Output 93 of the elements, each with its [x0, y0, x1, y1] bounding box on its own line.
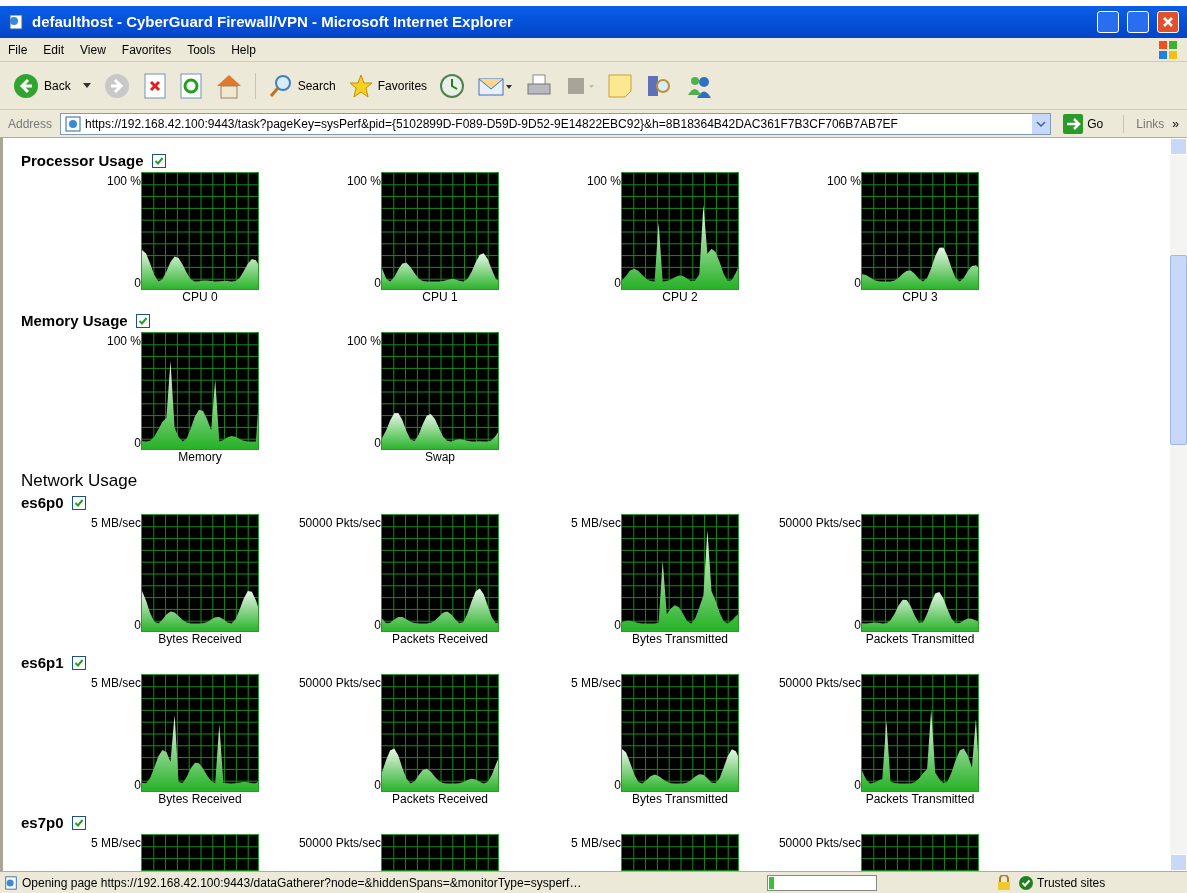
axis-min-label: 0: [854, 778, 861, 792]
checkbox[interactable]: [135, 314, 150, 328]
menu-item[interactable]: Edit: [43, 40, 65, 59]
restore-button[interactable]: [1127, 11, 1149, 33]
axis-min-label: 0: [374, 618, 381, 632]
axis-max-label: 100 %: [826, 174, 861, 188]
axis-max-label: 50000 Pkts/sec: [778, 516, 861, 530]
axis-max-label: 5 MB/sec: [571, 676, 621, 690]
checkbox[interactable]: [71, 816, 86, 830]
back-button[interactable]: Back: [12, 71, 71, 100]
axis-max-label: 100 %: [346, 334, 381, 348]
axis-min-label: 0: [614, 778, 621, 792]
graph-caption: CPU 1: [422, 290, 458, 304]
stop-icon[interactable]: [142, 72, 167, 99]
caret-icon[interactable]: [82, 82, 91, 89]
check-circle-icon: [1019, 875, 1033, 890]
history-icon[interactable]: [439, 72, 466, 99]
graph-caption: Bytes Transmitted: [631, 632, 728, 646]
axis-min-label: 0: [374, 778, 381, 792]
graph-caption: CPU 0: [182, 290, 218, 304]
graph-caption: Swap: [425, 450, 455, 464]
scrollbar[interactable]: [1170, 138, 1187, 871]
graph-caption: Bytes Received: [158, 792, 242, 806]
axis-max-label: 5 MB/sec: [91, 676, 141, 690]
lock-icon: [997, 874, 1011, 891]
favorites-button[interactable]: Favorites: [347, 72, 428, 99]
axis-min-label: 0: [134, 276, 141, 290]
axis-max-label: 5 MB/sec: [571, 516, 621, 530]
page-icon: [65, 115, 82, 132]
axis-max-label: 5 MB/sec: [91, 836, 141, 850]
axis-min-label: 0: [134, 778, 141, 792]
section-heading: Network Usage: [21, 470, 139, 492]
axis-min-label: 0: [374, 276, 381, 290]
address-label: Address: [7, 115, 54, 133]
search-button[interactable]: Search: [254, 72, 336, 99]
menu-item[interactable]: File: [8, 40, 28, 59]
graph-caption: CPU 2: [662, 290, 698, 304]
graph-caption: Packets Transmitted: [865, 632, 975, 646]
search-icon: [267, 72, 294, 99]
axis-max-label: 100 %: [346, 174, 381, 188]
axis-max-label: 5 MB/sec: [571, 836, 621, 850]
axis-min-label: 0: [854, 618, 861, 632]
menu-item[interactable]: View: [80, 40, 106, 59]
axis-max-label: 50000 Pkts/sec: [298, 516, 381, 530]
axis-min-label: 0: [374, 436, 381, 450]
close-icon: [1162, 16, 1174, 28]
section-title: es6p1: [21, 652, 64, 673]
graph-caption: Memory: [178, 450, 222, 464]
minimize-button[interactable]: [1097, 11, 1119, 33]
axis-min-label: 0: [614, 276, 621, 290]
axis-max-label: 50000 Pkts/sec: [778, 836, 861, 850]
axis-min-label: 0: [614, 618, 621, 632]
axis-max-label: 100 %: [106, 174, 141, 188]
menu-item[interactable]: Tools: [187, 40, 216, 59]
refresh-icon[interactable]: [178, 72, 203, 99]
axis-max-label: 5 MB/sec: [91, 516, 141, 530]
section-title: es6p0: [21, 492, 64, 513]
dropdown-button[interactable]: [1032, 113, 1051, 134]
axis-max-label: 50000 Pkts/sec: [298, 836, 381, 850]
graph-caption: Bytes Received: [158, 632, 242, 646]
page-icon: [8, 14, 24, 30]
axis-min-label: 0: [134, 436, 141, 450]
section-title: Processor Usage: [21, 150, 144, 171]
windows-logo-icon: [1157, 39, 1179, 60]
section-title: Memory Usage: [21, 310, 128, 331]
axis-min-label: 0: [134, 618, 141, 632]
menu-item[interactable]: Favorites: [121, 40, 172, 59]
axis-max-label: 50000 Pkts/sec: [298, 676, 381, 690]
axis-min-label: 0: [854, 276, 861, 290]
status-text: Opening page https://192.168.42.100:9443/dataGatherer?node=&hiddenSpans=&monitorType=sysperf…: [22, 874, 582, 892]
checkbox[interactable]: [71, 496, 86, 510]
more-links[interactable]: »: [1168, 114, 1183, 133]
axis-max-label: 100 %: [586, 174, 621, 188]
checkbox[interactable]: [71, 656, 86, 670]
graph-caption: Packets Received: [391, 632, 488, 646]
graph-caption: Packets Transmitted: [865, 792, 975, 806]
address-field[interactable]: https://192.168.42.100:9443/task?pageKey=sysPerf&pid={5102899D-F089-D59D-9D52-9E14822EBC92}&h=8B18364B42DAC361F7B3CF706B7AB7EF: [60, 112, 1052, 135]
security-zone: Trusted sites: [1037, 874, 1107, 892]
checkbox[interactable]: [151, 154, 166, 168]
window-title: defaulthost - CyberGuard Firewall/VPN - Microsoft Internet Explorer: [32, 11, 514, 32]
menu-item[interactable]: Help: [231, 40, 256, 59]
graph-caption: CPU 3: [902, 290, 938, 304]
star-icon: [347, 72, 374, 99]
graph-caption: Bytes Transmitted: [631, 792, 728, 806]
axis-max-label: 50000 Pkts/sec: [778, 676, 861, 690]
go-button[interactable]: Go: [1055, 113, 1112, 134]
chevron-down-icon: [1036, 120, 1047, 127]
section-title: es7p0: [21, 812, 64, 833]
close-button[interactable]: [1157, 11, 1179, 33]
axis-max-label: 100 %: [106, 334, 141, 348]
graph-caption: Packets Received: [391, 792, 488, 806]
page-icon: [4, 875, 18, 890]
links-label[interactable]: Links: [1123, 114, 1165, 133]
